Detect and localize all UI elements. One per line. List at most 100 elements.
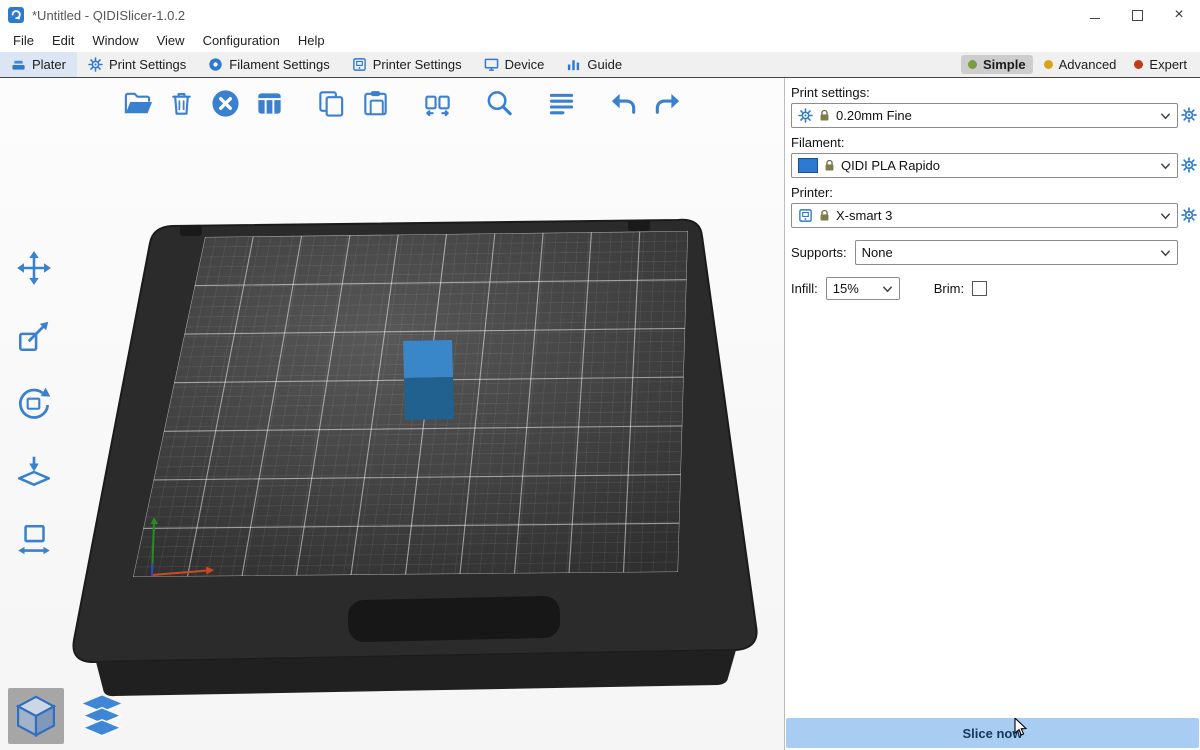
mode-simple-label: Simple	[983, 57, 1026, 72]
measure-button[interactable]	[10, 518, 58, 562]
paste-icon	[360, 88, 391, 119]
brim-label: Brim:	[934, 281, 964, 296]
menu-item-help[interactable]: Help	[289, 30, 334, 52]
copy-icon	[316, 88, 347, 119]
mode-expert-button[interactable]: Expert	[1127, 55, 1194, 74]
filament-label: Filament:	[791, 135, 1178, 150]
printer-combo[interactable]: X-smart 3	[791, 203, 1178, 228]
copy-button[interactable]	[314, 86, 348, 120]
gear-icon	[798, 108, 813, 123]
tab-printer-settings-label: Printer Settings	[373, 57, 462, 72]
delete-all-icon	[210, 88, 241, 119]
supports-value: None	[862, 245, 893, 260]
menu-item-file[interactable]: File	[4, 30, 43, 52]
gear-icon	[1181, 107, 1197, 123]
layers-button[interactable]	[544, 86, 578, 120]
tab-filament-settings[interactable]: Filament Settings	[197, 52, 340, 77]
filament-color-swatch	[798, 158, 818, 173]
menu-item-window[interactable]: Window	[83, 30, 147, 52]
tab-print-settings[interactable]: Print Settings	[77, 52, 197, 77]
undo-icon	[608, 88, 639, 119]
filament-gear-button[interactable]	[1181, 157, 1197, 173]
printer-value: X-smart 3	[836, 208, 892, 223]
minimize-button[interactable]	[1074, 0, 1116, 30]
menubar: File Edit Window View Configuration Help	[0, 30, 1200, 52]
search-button[interactable]	[482, 86, 516, 120]
menu-item-configuration[interactable]: Configuration	[194, 30, 289, 52]
undo-button[interactable]	[606, 86, 640, 120]
expert-mode-dot-icon	[1134, 60, 1143, 69]
mode-simple-button[interactable]: Simple	[961, 55, 1033, 74]
maximize-button[interactable]	[1116, 0, 1158, 30]
move-button[interactable]	[10, 246, 58, 290]
print-settings-label: Print settings:	[791, 85, 1178, 100]
infill-value: 15%	[833, 281, 859, 296]
minimize-icon	[1090, 18, 1100, 19]
layers-icon	[546, 88, 577, 119]
paste-button[interactable]	[358, 86, 392, 120]
filament-value: QIDI PLA Rapido	[841, 158, 940, 173]
scale-icon	[14, 317, 54, 355]
gear-icon	[88, 57, 103, 72]
menu-item-edit[interactable]: Edit	[43, 30, 83, 52]
mode-advanced-button[interactable]: Advanced	[1037, 55, 1124, 74]
place-on-face-icon	[14, 453, 54, 491]
print-settings-combo[interactable]: 0.20mm Fine	[791, 103, 1178, 128]
advanced-mode-dot-icon	[1044, 60, 1053, 69]
tab-plater[interactable]: Plater	[0, 52, 77, 77]
supports-label: Supports:	[791, 245, 847, 260]
search-icon	[484, 88, 515, 119]
gizmo-toolbar	[10, 246, 58, 562]
view-preview-button[interactable]	[74, 688, 130, 744]
menu-item-view[interactable]: View	[148, 30, 194, 52]
mode-expert-label: Expert	[1149, 57, 1187, 72]
tab-filament-settings-label: Filament Settings	[229, 57, 329, 72]
supports-combo[interactable]: None	[855, 240, 1178, 265]
print-settings-gear-button[interactable]	[1181, 107, 1197, 123]
printer-gear-button[interactable]	[1181, 207, 1197, 223]
redo-icon	[652, 88, 683, 119]
scale-button[interactable]	[10, 314, 58, 358]
close-button[interactable]: ×	[1158, 0, 1200, 30]
printer-icon	[798, 208, 813, 223]
open-button[interactable]	[120, 86, 154, 120]
move-icon	[14, 249, 54, 287]
window-titlebar: *Untitled - QIDISlicer-1.0.2 ×	[0, 0, 1200, 30]
tab-device[interactable]: Device	[473, 52, 556, 77]
viewport-3d[interactable]	[0, 78, 784, 750]
guide-icon	[566, 57, 581, 72]
filament-combo[interactable]: QIDI PLA Rapido	[791, 153, 1178, 178]
arrange-icon	[254, 88, 285, 119]
place-on-face-button[interactable]	[10, 450, 58, 494]
brim-checkbox[interactable]	[972, 281, 987, 296]
maximize-icon	[1132, 10, 1143, 21]
model-object[interactable]	[403, 340, 454, 420]
mode-selector: Simple Advanced Expert	[961, 52, 1200, 77]
infill-label: Infill:	[791, 281, 818, 296]
printer-icon	[352, 57, 367, 72]
rotate-button[interactable]	[10, 382, 58, 426]
filament-icon	[208, 57, 223, 72]
tab-guide-label: Guide	[587, 57, 622, 72]
chevron-down-icon	[1160, 249, 1171, 257]
chevron-down-icon	[882, 285, 893, 293]
lock-icon	[819, 109, 830, 122]
tab-guide[interactable]: Guide	[555, 52, 633, 77]
device-icon	[484, 57, 499, 72]
tab-plater-label: Plater	[32, 57, 66, 72]
delete-button[interactable]	[164, 86, 198, 120]
lock-icon	[824, 159, 835, 172]
split-button[interactable]	[420, 86, 454, 120]
view-toolbar	[8, 688, 130, 744]
chevron-down-icon	[1160, 212, 1171, 220]
chevron-down-icon	[1160, 112, 1171, 120]
arrange-button[interactable]	[252, 86, 286, 120]
right-sidebar: Print settings: 0.20mm Fine Filament: QI…	[784, 78, 1200, 750]
infill-combo[interactable]: 15%	[826, 277, 900, 300]
redo-button[interactable]	[650, 86, 684, 120]
view-3d-button[interactable]	[8, 688, 64, 744]
tab-printer-settings[interactable]: Printer Settings	[341, 52, 473, 77]
tabbar: Plater Print Settings Filament Settings …	[0, 52, 1200, 78]
delete-all-button[interactable]	[208, 86, 242, 120]
slice-now-button[interactable]: Slice now	[786, 718, 1199, 748]
